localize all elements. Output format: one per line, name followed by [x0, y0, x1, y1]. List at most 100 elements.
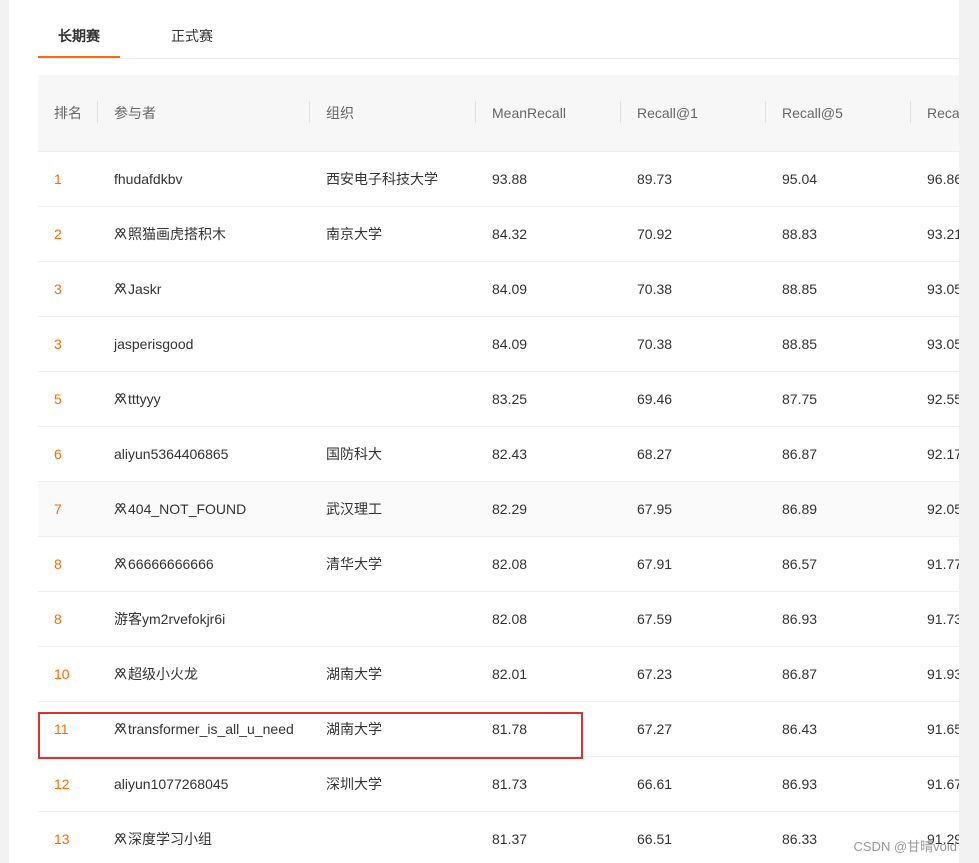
recall-10-cell: 93.05 [927, 281, 959, 297]
participant-cell[interactable]: jasperisgood [114, 317, 193, 372]
organization-cell: 武汉理工 [326, 501, 382, 517]
recall-10-cell: 91.65 [927, 721, 959, 737]
header-mean-recall[interactable]: MeanRecall [492, 75, 566, 152]
table-row[interactable]: 8 66666666666 清华大学 82.08 67.91 86.57 91.77 [38, 537, 959, 592]
recall-1-cell: 66.51 [637, 831, 673, 847]
mean-recall-cell: 84.09 [492, 281, 528, 297]
rank-cell: 7 [54, 501, 62, 517]
rank-cell: 12 [54, 776, 70, 792]
participant-name: 超级小火龙 [128, 666, 198, 682]
tab-long-term[interactable]: 长期赛 [58, 26, 100, 46]
team-icon [114, 483, 127, 515]
recall-1-cell: 67.23 [637, 666, 673, 682]
participant-cell[interactable]: aliyun1077268045 [114, 757, 228, 812]
recall-5-cell: 95.04 [782, 171, 818, 187]
recall-1-cell: 70.38 [637, 281, 673, 297]
team-icon [114, 538, 127, 570]
participant-cell[interactable]: aliyun5364406865 [114, 427, 228, 482]
recall-1-cell: 66.61 [637, 776, 673, 792]
rank-cell: 6 [54, 446, 62, 462]
recall-1-cell: 67.95 [637, 501, 673, 517]
mean-recall-cell: 84.32 [492, 226, 528, 242]
recall-10-cell: 91.67 [927, 776, 959, 792]
rank-cell: 8 [54, 611, 62, 627]
recall-5-cell: 88.83 [782, 226, 818, 242]
recall-1-cell: 70.92 [637, 226, 673, 242]
participant-cell[interactable]: Jaskr [114, 262, 161, 317]
team-icon [114, 648, 127, 680]
participant-cell[interactable]: 超级小火龙 [114, 647, 198, 702]
header-separator [309, 101, 310, 123]
rank-cell: 2 [54, 226, 62, 242]
mean-recall-cell: 81.37 [492, 831, 528, 847]
table-row[interactable]: 13 深度学习小组 81.37 66.51 86.33 91.29 [38, 812, 959, 863]
mean-recall-cell: 81.78 [492, 721, 528, 737]
header-recall-10[interactable]: Reca [927, 75, 959, 152]
table-row[interactable]: 10 超级小火龙 湖南大学 82.01 67.23 86.87 91.93 [38, 647, 959, 702]
header-participant[interactable]: 参与者 [114, 75, 156, 152]
participant-name: Jaskr [128, 281, 162, 297]
participant-cell[interactable]: tttyyy [114, 372, 161, 427]
participant-cell[interactable]: transformer_is_all_u_need [114, 702, 294, 757]
table-row[interactable]: 3 Jaskr 84.09 70.38 88.85 93.05 [38, 262, 959, 317]
header-rank[interactable]: 排名 [54, 75, 82, 152]
organization-cell: 清华大学 [326, 556, 382, 572]
participant-cell[interactable]: 404_NOT_FOUND [114, 482, 246, 537]
participant-cell[interactable]: 66666666666 [114, 537, 214, 592]
recall-5-cell: 88.85 [782, 281, 818, 297]
table-row[interactable]: 8 游客ym2rvefokjr6i 82.08 67.59 86.93 91.73 [38, 592, 959, 647]
rank-cell: 5 [54, 391, 62, 407]
recall-1-cell: 68.27 [637, 446, 673, 462]
recall-10-cell: 92.17 [927, 446, 959, 462]
rank-cell: 10 [54, 666, 70, 682]
table-row[interactable]: 1 fhudafdkbv 西安电子科技大学 93.88 89.73 95.04 96.86 [38, 152, 959, 207]
recall-10-cell: 91.77 [927, 556, 959, 572]
table-row[interactable]: 3 jasperisgood 84.09 70.38 88.85 93.05 [38, 317, 959, 372]
participant-name: 深度学习小组 [128, 831, 212, 847]
mean-recall-cell: 83.25 [492, 391, 528, 407]
watermark: CSDN @甘晴void [853, 839, 958, 854]
recall-1-cell: 69.46 [637, 391, 673, 407]
header-separator [910, 101, 911, 123]
participant-cell[interactable]: 深度学习小组 [114, 812, 212, 863]
mean-recall-cell: 81.73 [492, 776, 528, 792]
table-row[interactable]: 12 aliyun1077268045 深圳大学 81.73 66.61 86.93 91.… [38, 757, 959, 812]
mean-recall-cell: 93.88 [492, 171, 528, 187]
recall-5-cell: 86.57 [782, 556, 818, 572]
organization-cell: 南京大学 [326, 226, 382, 242]
participant-name: tttyyy [128, 391, 161, 407]
participant-cell[interactable]: 照猫画虎搭积木 [114, 207, 226, 262]
participant-cell[interactable]: fhudafdkbv [114, 152, 183, 207]
organization-cell: 西安电子科技大学 [326, 171, 438, 187]
recall-1-cell: 89.73 [637, 171, 673, 187]
header-organization[interactable]: 组织 [326, 75, 354, 152]
recall-10-cell: 91.73 [927, 611, 959, 627]
table-row[interactable]: 5 tttyyy 83.25 69.46 87.75 92.55 [38, 372, 959, 427]
header-recall-1[interactable]: Recall@1 [637, 75, 698, 152]
left-gutter [0, 0, 9, 863]
recall-5-cell: 86.87 [782, 446, 818, 462]
table-row[interactable]: 11 transformer_is_all_u_need 湖南大学 81.78 67.2… [38, 702, 959, 757]
table-row[interactable]: 7 404_NOT_FOUND 武汉理工 82.29 67.95 86.89 92.05 [38, 482, 959, 537]
recall-5-cell: 86.93 [782, 611, 818, 627]
table-row[interactable]: 2 照猫画虎搭积木 南京大学 84.32 70.92 88.83 93.21 [38, 207, 959, 262]
participant-name: aliyun5364406865 [114, 446, 229, 462]
participant-cell[interactable]: 游客ym2rvefokjr6i [114, 592, 225, 647]
recall-5-cell: 86.87 [782, 666, 818, 682]
rank-cell: 8 [54, 556, 62, 572]
table-body: 1 fhudafdkbv 西安电子科技大学 93.88 89.73 95.04 96.86 2… [38, 152, 959, 863]
mean-recall-cell: 82.43 [492, 446, 528, 462]
rank-cell: 3 [54, 281, 62, 297]
leaderboard-table: 排名 参与者 组织 MeanRecall Recall@1 Recall@5 R… [38, 75, 959, 863]
rank-cell: 1 [54, 171, 62, 187]
tab-formal[interactable]: 正式赛 [171, 26, 213, 46]
recall-10-cell: 93.05 [927, 336, 959, 352]
table-row[interactable]: 6 aliyun5364406865 国防科大 82.43 68.27 86.87 92.1… [38, 427, 959, 482]
mean-recall-cell: 82.29 [492, 501, 528, 517]
header-separator [475, 101, 476, 123]
mean-recall-cell: 84.09 [492, 336, 528, 352]
recall-1-cell: 70.38 [637, 336, 673, 352]
header-separator [620, 101, 621, 123]
team-icon [114, 208, 127, 240]
header-recall-5[interactable]: Recall@5 [782, 75, 843, 152]
